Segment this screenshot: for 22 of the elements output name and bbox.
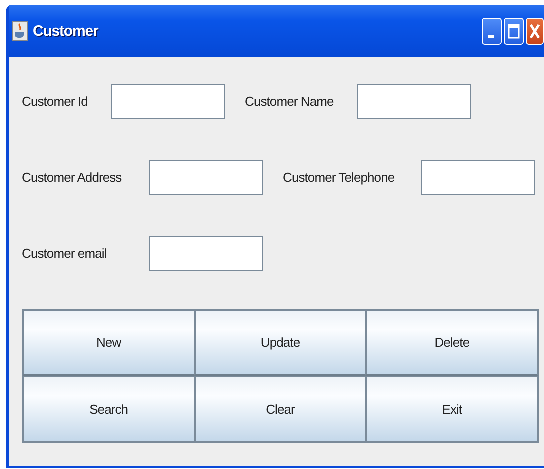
window-title: Customer: [33, 22, 100, 40]
maximize-button[interactable]: [504, 18, 524, 44]
input-field[interactable]: [111, 84, 225, 118]
close-button[interactable]: [526, 18, 544, 44]
minimize-icon: [488, 34, 494, 38]
input-field[interactable]: [149, 160, 263, 194]
field-label: Customer Id: [22, 94, 89, 108]
input-field[interactable]: [149, 236, 263, 270]
action-button[interactable]: Delete: [366, 310, 538, 376]
input-field[interactable]: [357, 84, 471, 118]
action-button[interactable]: Clear: [194, 376, 366, 442]
input-field[interactable]: [421, 160, 535, 194]
action-button[interactable]: Update: [194, 310, 366, 376]
minimize-button[interactable]: [482, 18, 502, 44]
field-label: Customer Name: [245, 94, 335, 108]
action-button[interactable]: New: [23, 310, 195, 376]
field-label: Customer email: [22, 246, 108, 260]
field-label: Customer Address: [22, 170, 123, 184]
java-cup-icon: [12, 21, 28, 41]
action-button[interactable]: Exit: [366, 376, 538, 442]
field-label: Customer Telephone: [283, 170, 396, 184]
action-button[interactable]: Search: [23, 376, 195, 442]
